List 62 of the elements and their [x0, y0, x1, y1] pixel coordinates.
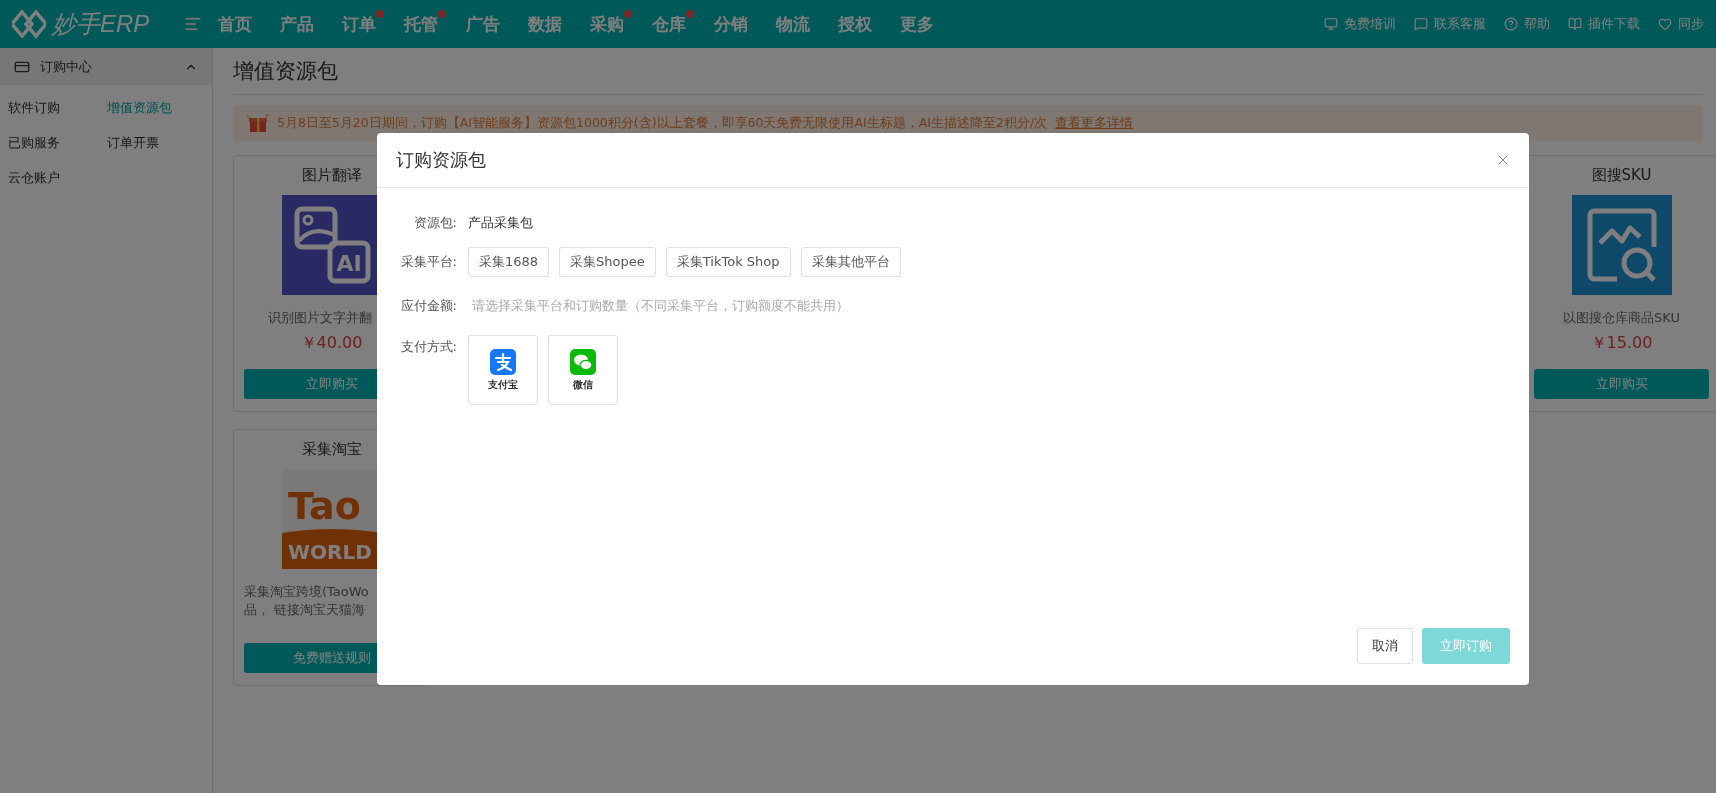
header-link[interactable]: 同步 — [1658, 15, 1704, 33]
nav-item[interactable]: 采购 — [590, 12, 652, 36]
chat-icon — [1414, 17, 1428, 31]
package-value: 产品采集包 — [468, 214, 533, 232]
sidebar-header[interactable]: 订购中心 — [0, 48, 212, 85]
nav-item[interactable]: 分销 — [714, 12, 776, 36]
logo-icon — [12, 9, 46, 39]
sidebar-item[interactable]: 云仓账户 — [8, 169, 107, 187]
page-title: 增值资源包 — [233, 48, 1703, 95]
book-icon — [1568, 17, 1582, 31]
header-link[interactable]: 插件下载 — [1568, 15, 1640, 33]
nav-item[interactable]: 数据 — [528, 12, 590, 36]
nav-item[interactable]: 首页 — [218, 12, 280, 36]
help-icon — [1504, 17, 1518, 31]
sidebar-item[interactable]: 软件订购 — [8, 99, 107, 117]
card-price: ￥40.00 — [300, 333, 363, 354]
heart-icon — [1658, 17, 1672, 31]
card-description: 采集淘宝跨境(TaoWo 品， 链接淘宝天猫海 — [244, 583, 370, 619]
nav-item[interactable]: 广告 — [466, 12, 528, 36]
field-label: 应付金额: — [399, 297, 457, 315]
details-link[interactable]: 查看更多详情 — [1055, 114, 1134, 132]
header-link[interactable]: 免费培训 — [1324, 15, 1396, 33]
payment-option[interactable]: 支付宝 — [468, 335, 538, 405]
platform-option[interactable]: 采集TikTok Shop — [665, 247, 791, 277]
card-description: 识别图片文字并翻 — [267, 309, 373, 327]
cancel-button[interactable]: 取消 — [1357, 628, 1413, 664]
nav-item[interactable]: 产品 — [280, 12, 342, 36]
platform-option[interactable]: 采集Shopee — [559, 247, 656, 277]
sidebar-item[interactable]: 增值资源包 — [107, 99, 206, 117]
nav-item[interactable]: 更多 — [900, 12, 962, 36]
sidebar-item[interactable]: 已购服务 — [8, 134, 107, 152]
card-price: ￥15.00 — [1590, 333, 1653, 354]
gift-icon — [247, 113, 269, 133]
dialog-title: 订购资源包 — [396, 148, 486, 172]
nav-item[interactable]: 授权 — [838, 12, 900, 36]
card-description: 以图搜仓库商品SKU — [1562, 309, 1681, 327]
nav-item[interactable]: 托管 — [404, 12, 466, 36]
monitor-icon — [1324, 17, 1338, 31]
platform-option[interactable]: 采集1688 — [468, 247, 550, 277]
card-title: 图片翻译 — [301, 166, 362, 185]
platform-option[interactable]: 采集其他平台 — [800, 247, 901, 277]
card-title: 图搜SKU — [1591, 166, 1652, 185]
sidebar-header-label: 订购中心 — [40, 57, 92, 76]
nav-item[interactable]: 仓库 — [652, 12, 714, 36]
menu-icon[interactable] — [184, 15, 202, 33]
amount-hint: 请选择采集平台和订购数量（不同采集平台，订购额度不能共用） — [472, 297, 849, 315]
card-button[interactable]: 立即购买 — [1534, 369, 1709, 399]
field-label: 支付方式: — [399, 338, 457, 356]
field-label: 资源包: — [412, 214, 457, 232]
promo-text: 5月8日至5月20日期间，订购【AI智能服务】资源包1000积分(含)以上套餐，即享60天免费无限使用AI生标题，AI生描述降至2积分/次 — [277, 114, 1048, 132]
header-link[interactable]: 联系客服 — [1414, 15, 1486, 33]
card-title: 采集淘宝 — [301, 440, 362, 459]
payment-option[interactable]: 微信 — [548, 335, 618, 405]
logo-text: 妙手ERP — [52, 9, 150, 39]
image-search-icon — [1571, 195, 1672, 295]
header-link[interactable]: 帮助 — [1504, 15, 1550, 33]
field-label: 采集平台: — [399, 253, 457, 271]
wechat-icon — [570, 348, 596, 375]
sidebar-item[interactable]: 订单开票 — [107, 134, 206, 152]
alipay-icon — [490, 348, 516, 375]
nav-item[interactable]: 订单 — [342, 12, 404, 36]
nav-item[interactable]: 物流 — [776, 12, 838, 36]
